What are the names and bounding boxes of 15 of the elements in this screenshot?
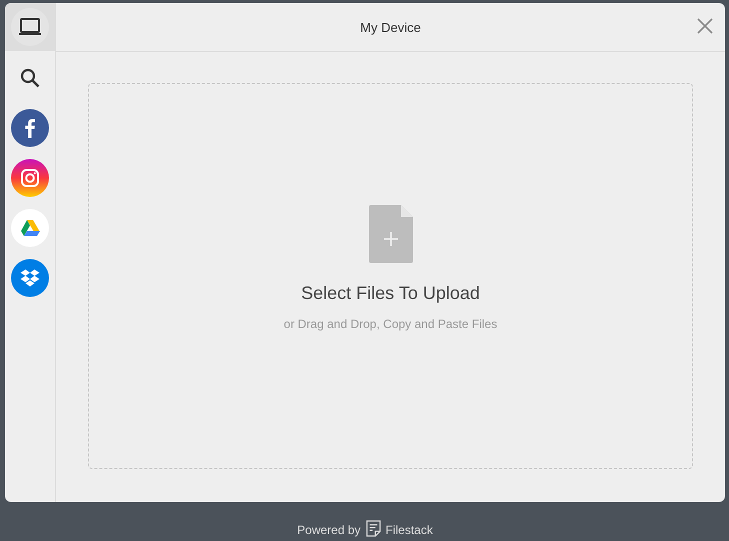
- camera-icon: [11, 159, 49, 197]
- close-icon: [697, 18, 713, 34]
- file-add-icon: [368, 205, 412, 263]
- close-button[interactable]: [697, 18, 713, 34]
- drop-hint: or Drag and Drop, Copy and Paste Files: [284, 317, 498, 331]
- box-icon: [11, 259, 49, 297]
- window-title: My Device: [360, 20, 421, 34]
- laptop-icon: [11, 8, 49, 46]
- brand-name: Filestack: [386, 523, 433, 537]
- source-tab[interactable]: [5, 3, 55, 51]
- logo-icon: [366, 520, 381, 537]
- facebook-icon: [11, 109, 49, 147]
- drop-zone[interactable]: Select Files To Upload or Drag and Drop, Copy and Paste Files: [88, 83, 693, 469]
- footer-text: Powered by: [297, 523, 361, 537]
- drop-title: Select Files To Upload: [301, 283, 480, 304]
